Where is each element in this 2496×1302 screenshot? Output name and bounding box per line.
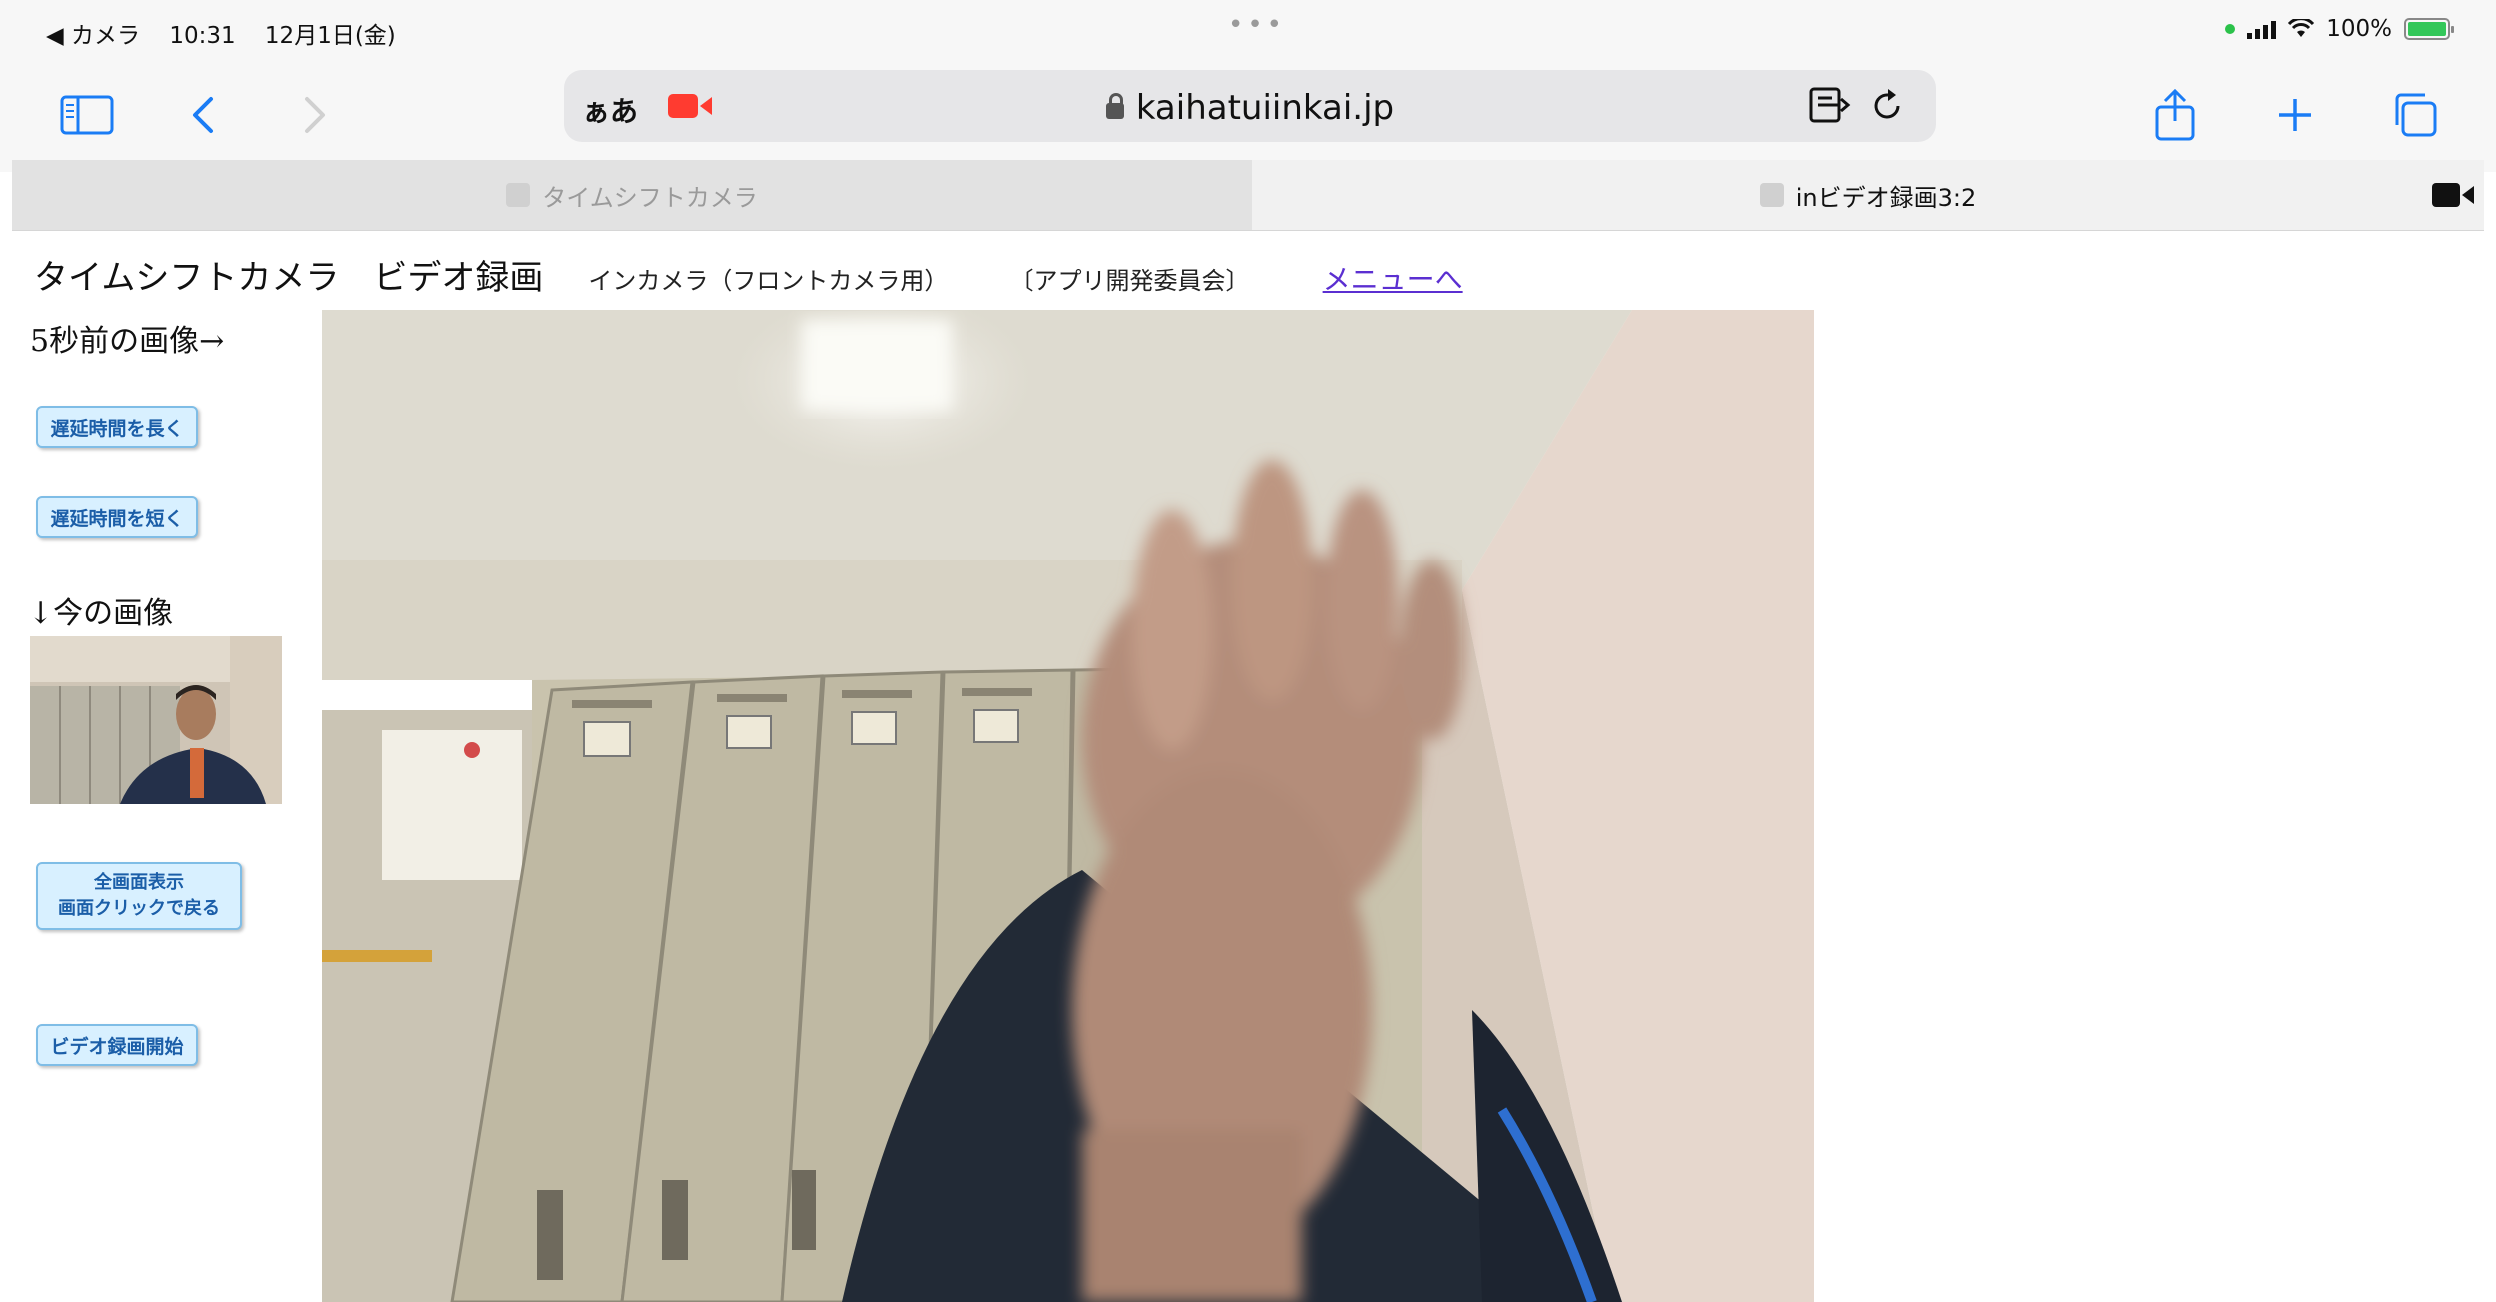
- back-to-camera-link[interactable]: ◀ カメラ: [46, 23, 140, 49]
- live-camera-thumbnail[interactable]: [30, 636, 282, 804]
- browser-toolbar: ぁあ kaihatuiinkai.jp: [0, 62, 2496, 172]
- org-name: 〔アプリ開発委員会〕: [1009, 267, 1250, 295]
- status-right: 100%: [2225, 16, 2454, 42]
- back-icon[interactable]: [168, 80, 238, 150]
- delayed-camera-frame[interactable]: [322, 310, 1814, 1302]
- camera-recording-icon[interactable]: [2432, 182, 2476, 208]
- favicon-icon: [1759, 183, 1784, 207]
- start-video-recording-button[interactable]: ビデオ録画開始: [36, 1024, 198, 1066]
- multitask-dots[interactable]: •••: [1228, 10, 1286, 40]
- fullscreen-button-line1: 全画面表示: [94, 872, 184, 893]
- fullscreen-button[interactable]: 全画面表示 画面クリックで戻る: [36, 862, 242, 930]
- delayed-image-label: 5秒前の画像→: [30, 324, 225, 359]
- url-display[interactable]: kaihatuiinkai.jp: [564, 88, 1936, 128]
- cellular-signal-icon: [2247, 19, 2277, 39]
- page-title: タイムシフトカメラ ビデオ録画: [34, 258, 544, 298]
- increase-delay-button[interactable]: 遅延時間を長く: [36, 406, 198, 448]
- lock-icon: [1105, 93, 1124, 119]
- sidebar-toggle-icon[interactable]: [52, 80, 122, 150]
- reader-mode-icon[interactable]: [1808, 86, 1852, 124]
- url-text: kaihatuiinkai.jp: [1135, 88, 1395, 128]
- wifi-icon: [2288, 19, 2315, 37]
- status-time: 10:31: [169, 23, 236, 49]
- fullscreen-button-line2: 画面クリックで戻る: [58, 898, 220, 919]
- tab-label: タイムシフトカメラ: [542, 183, 758, 212]
- battery-percent: 100%: [2326, 16, 2392, 42]
- status-left: ◀ カメラ 10:31 12月1日(金): [46, 16, 418, 50]
- status-bar: ◀ カメラ 10:31 12月1日(金) ••• 100%: [0, 0, 2496, 62]
- decrease-delay-button[interactable]: 遅延時間を短く: [36, 496, 198, 538]
- tab-label: inビデオ録画3:2: [1795, 183, 1977, 212]
- camera-in-use-dot: [2225, 24, 2236, 34]
- share-icon[interactable]: [2140, 80, 2210, 150]
- address-bar[interactable]: ぁあ kaihatuiinkai.jp: [564, 70, 1936, 142]
- current-image-label: ↓今の画像: [28, 596, 174, 631]
- page-subtitle: インカメラ（フロントカメラ用）: [588, 267, 949, 295]
- tab-timeshift-camera[interactable]: タイムシフトカメラ: [12, 160, 1252, 230]
- status-date: 12月1日(金): [264, 23, 396, 49]
- page-header: タイムシフトカメラ ビデオ録画 インカメラ（フロントカメラ用） 〔アプリ開発委員…: [34, 250, 1463, 299]
- tab-overview-icon[interactable]: [2380, 80, 2450, 150]
- reload-icon[interactable]: [1870, 86, 1906, 124]
- tab-bar: タイムシフトカメラ ✕ inビデオ録画3:2: [12, 160, 2484, 231]
- new-tab-plus-icon[interactable]: [2260, 80, 2330, 150]
- battery-icon: [2404, 18, 2454, 40]
- forward-icon[interactable]: [280, 80, 350, 150]
- tab-video-recording[interactable]: inビデオ録画3:2: [1252, 160, 2484, 230]
- menu-link[interactable]: メニューへ: [1323, 263, 1463, 296]
- favicon-icon: [506, 183, 531, 207]
